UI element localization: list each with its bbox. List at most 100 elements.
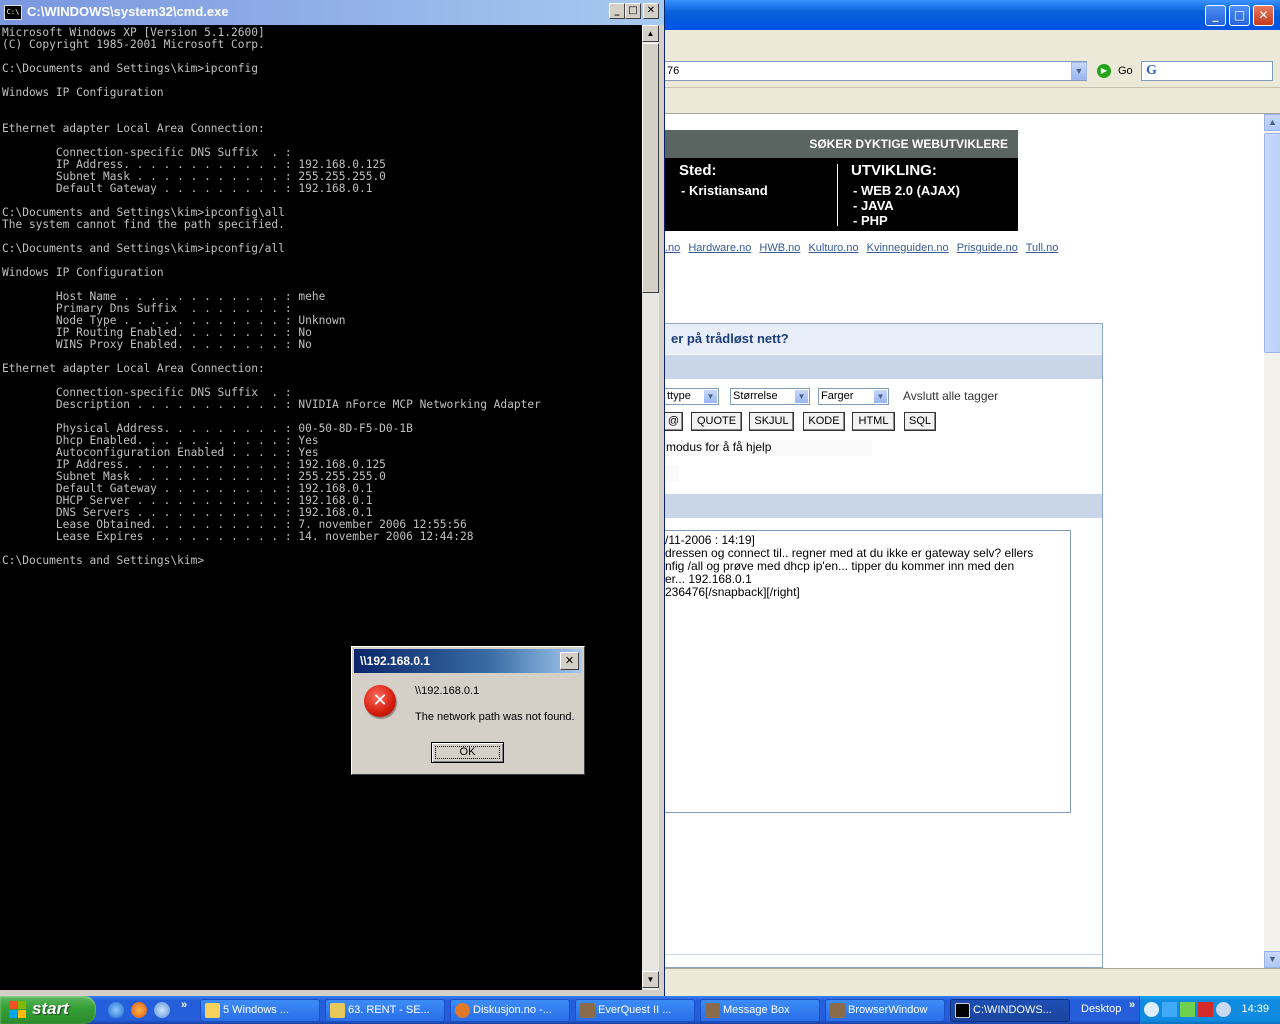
internet-explorer-icon[interactable] xyxy=(108,1002,124,1018)
scroll-up-arrow-icon[interactable]: ▲ xyxy=(1264,114,1280,131)
task-windows-explorer[interactable]: 5 Windows ... xyxy=(200,999,320,1022)
site-link-prisguide[interactable]: Prisguide.no xyxy=(957,242,1018,254)
browser-navigation-bar: 76 ▼ ▶ Go G xyxy=(665,56,1280,88)
clock[interactable]: 14:39 xyxy=(1241,1003,1269,1015)
console-line: C:\Documents and Settings\kim>ipconfig/a… xyxy=(2,242,285,255)
address-dropdown-arrow-icon[interactable]: ▼ xyxy=(1071,62,1087,80)
console-line: Windows IP Configuration xyxy=(2,266,164,279)
go-arrow-icon[interactable]: ▶ xyxy=(1097,64,1111,78)
scroll-up-arrow-icon[interactable]: ▲ xyxy=(642,25,659,42)
firefox-icon xyxy=(455,1003,470,1018)
cmd-app-icon[interactable]: C:\ xyxy=(4,5,22,20)
color-select[interactable]: Farger ▼ xyxy=(818,388,889,405)
font-size-select[interactable]: Størrelse ▼ xyxy=(730,388,810,405)
message-line: er... 192.168.0.1 xyxy=(665,572,752,586)
cmd-minimize-button[interactable]: _ xyxy=(609,3,625,19)
ad-skill-item: - WEB 2.0 (AJAX) xyxy=(853,183,960,198)
web-page-content: SØKER DYKTIGE WEBUTVIKLERE Sted: - Krist… xyxy=(665,114,1264,968)
site-link-hardware[interactable]: Hardware.no xyxy=(688,242,751,254)
network-error-dialog: \\192.168.0.1 ✕ ✕ \\192.168.0.1 The netw… xyxy=(351,646,585,775)
tray-expand-icon[interactable] xyxy=(1144,1002,1159,1017)
scrollbar-thumb[interactable] xyxy=(642,43,659,293)
message-line: dressen og connect til.. regner med at d… xyxy=(665,546,1034,560)
windows-flag-icon xyxy=(9,1001,27,1019)
tag-button-sql[interactable]: SQL xyxy=(904,412,936,431)
browser-minimize-button[interactable]: _ xyxy=(1205,5,1226,26)
ad-location-value: - Kristiansand xyxy=(681,183,768,198)
scroll-down-arrow-icon[interactable]: ▼ xyxy=(642,971,659,988)
scroll-down-arrow-icon[interactable]: ▼ xyxy=(1264,951,1280,968)
desktop-toolbar-label[interactable]: Desktop xyxy=(1081,1003,1121,1015)
zonealarm-icon[interactable] xyxy=(1198,1002,1213,1017)
google-icon: G xyxy=(1146,63,1157,78)
chevron-down-icon: ▼ xyxy=(795,390,808,403)
firefox-icon[interactable] xyxy=(131,1002,147,1018)
browser-status-bar xyxy=(665,968,1280,996)
cmd-titlebar[interactable]: C:\ C:\WINDOWS\system32\cmd.exe _ □ ✕ xyxy=(0,0,664,25)
browser-titlebar[interactable]: _ □ ✕ xyxy=(665,0,1280,30)
small-input-field[interactable] xyxy=(665,465,679,482)
tag-button-skjul[interactable]: SKJUL xyxy=(749,412,794,431)
task-cmd[interactable]: C:\WINDOWS... xyxy=(950,999,1070,1022)
message-line: /11-2006 : 14:19] xyxy=(665,533,755,547)
start-label: start xyxy=(32,999,69,1018)
help-mode-text: modus for å få hjelp xyxy=(665,440,872,456)
message-header-bar xyxy=(665,494,1102,518)
site-link-kvinneguiden[interactable]: Kvinneguiden.no xyxy=(867,242,949,254)
google-search-input[interactable]: G xyxy=(1141,61,1273,81)
ad-development-label: UTVIKLING: xyxy=(851,162,937,179)
dialog-close-button[interactable]: ✕ xyxy=(560,652,579,670)
tray-network-icon[interactable] xyxy=(1180,1002,1195,1017)
task-rent[interactable]: 63. RENT - SE... xyxy=(325,999,445,1022)
network-icon[interactable] xyxy=(154,1002,170,1018)
cmd-icon xyxy=(955,1003,970,1018)
task-label: Diskusjon.no -... xyxy=(473,1004,552,1016)
task-diskusjon[interactable]: Diskusjon.no -... xyxy=(450,999,570,1022)
tray-app-icon[interactable] xyxy=(1162,1002,1177,1017)
ad-heading: SØKER DYKTIGE WEBUTVIKLERE xyxy=(665,130,1018,158)
close-all-tags-link[interactable]: Avslutt alle tagger xyxy=(903,389,998,403)
font-size-select-value: Størrelse xyxy=(733,390,778,402)
message-line: 236476[/snapback][/right] xyxy=(665,585,800,599)
scrollbar-thumb[interactable] xyxy=(1264,133,1280,353)
dialog-network-path: \\192.168.0.1 xyxy=(415,685,480,697)
message-textarea[interactable]: /11-2006 : 14:19] dressen og connect til… xyxy=(665,530,1071,813)
tag-button-at[interactable]: @ xyxy=(665,412,683,431)
site-link[interactable]: .no xyxy=(665,242,680,254)
form-footer xyxy=(665,954,1102,968)
task-browser-window[interactable]: BrowserWindow xyxy=(825,999,945,1022)
browser-vertical-scrollbar[interactable]: ▲ ▼ xyxy=(1264,114,1280,968)
ok-button[interactable]: OK xyxy=(431,742,504,763)
site-link-hwb[interactable]: HWB.no xyxy=(759,242,800,254)
console-prompt[interactable]: C:\Documents and Settings\kim> xyxy=(2,555,642,567)
tag-button-html[interactable]: HTML xyxy=(852,412,895,431)
tray-volume-icon[interactable] xyxy=(1216,1002,1231,1017)
message-line: nfig /all og prøve med dhcp ip'en... tip… xyxy=(665,559,1015,573)
font-type-select[interactable]: ttype ▼ xyxy=(665,388,719,405)
address-bar-input[interactable]: 76 xyxy=(665,61,1087,81)
task-everquest[interactable]: EverQuest II ... xyxy=(575,999,695,1022)
console-line: Ethernet adapter Local Area Connection: xyxy=(2,362,265,375)
cmd-close-button[interactable]: ✕ xyxy=(643,3,659,19)
go-button[interactable]: Go xyxy=(1118,65,1133,77)
site-link-kulturo[interactable]: Kulturo.no xyxy=(808,242,858,254)
cmd-maximize-button[interactable]: □ xyxy=(625,3,641,19)
network-site-links: .no Hardware.no HWB.no Kulturo.no Kvinne… xyxy=(665,242,1063,254)
console-line: WINS Proxy Enabled. . . . . . . . : No xyxy=(2,338,312,351)
browser-maximize-button[interactable]: □ xyxy=(1229,5,1250,26)
quicklaunch-chevron-icon[interactable]: » xyxy=(181,999,187,1011)
console-output[interactable]: Microsoft Windows XP [Version 5.1.2600] … xyxy=(0,25,642,990)
job-ad-banner[interactable]: SØKER DYKTIGE WEBUTVIKLERE Sted: - Krist… xyxy=(665,130,1018,231)
cmd-vertical-scrollbar[interactable]: ▲ ▼ xyxy=(642,25,659,990)
browser-close-button[interactable]: ✕ xyxy=(1253,5,1274,26)
desktop-chevron-icon[interactable]: » xyxy=(1129,999,1135,1011)
task-label: 63. RENT - SE... xyxy=(348,1004,430,1016)
task-message-box[interactable]: Message Box xyxy=(700,999,820,1022)
tag-button-kode[interactable]: KODE xyxy=(803,412,845,431)
dialog-titlebar[interactable]: \\192.168.0.1 ✕ xyxy=(354,649,582,673)
ad-divider xyxy=(837,164,838,226)
site-link-tull[interactable]: Tull.no xyxy=(1026,242,1059,254)
tag-button-quote[interactable]: QUOTE xyxy=(691,412,742,431)
start-button[interactable]: start xyxy=(0,996,96,1024)
form-header-bar xyxy=(665,355,1102,379)
